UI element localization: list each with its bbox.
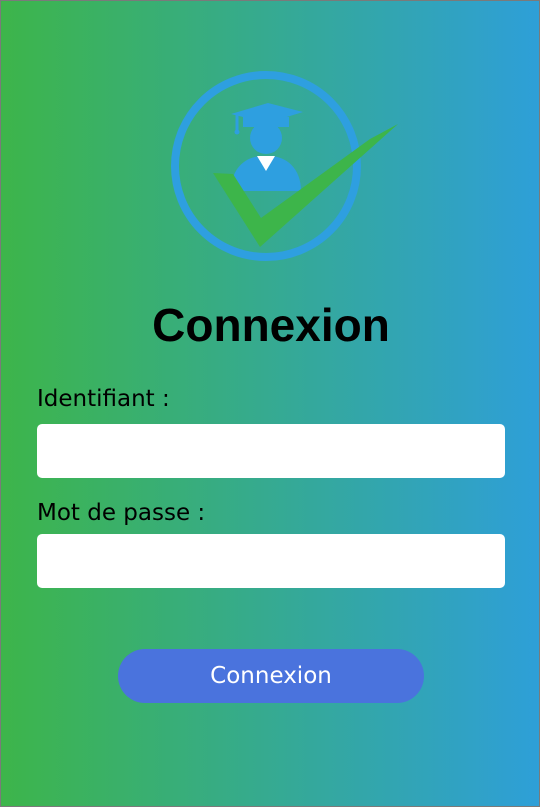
student-head-icon xyxy=(250,122,282,154)
username-label: Identifiant : xyxy=(37,386,170,412)
graduate-checkmark-logo-icon xyxy=(171,71,398,261)
username-input[interactable] xyxy=(37,424,505,478)
login-button[interactable]: Connexion xyxy=(118,649,424,703)
login-screen: Connexion Identifiant : Mot de passe : C… xyxy=(0,0,540,807)
password-input[interactable] xyxy=(37,534,505,588)
page-title: Connexion xyxy=(152,299,390,351)
password-label: Mot de passe : xyxy=(37,500,206,526)
